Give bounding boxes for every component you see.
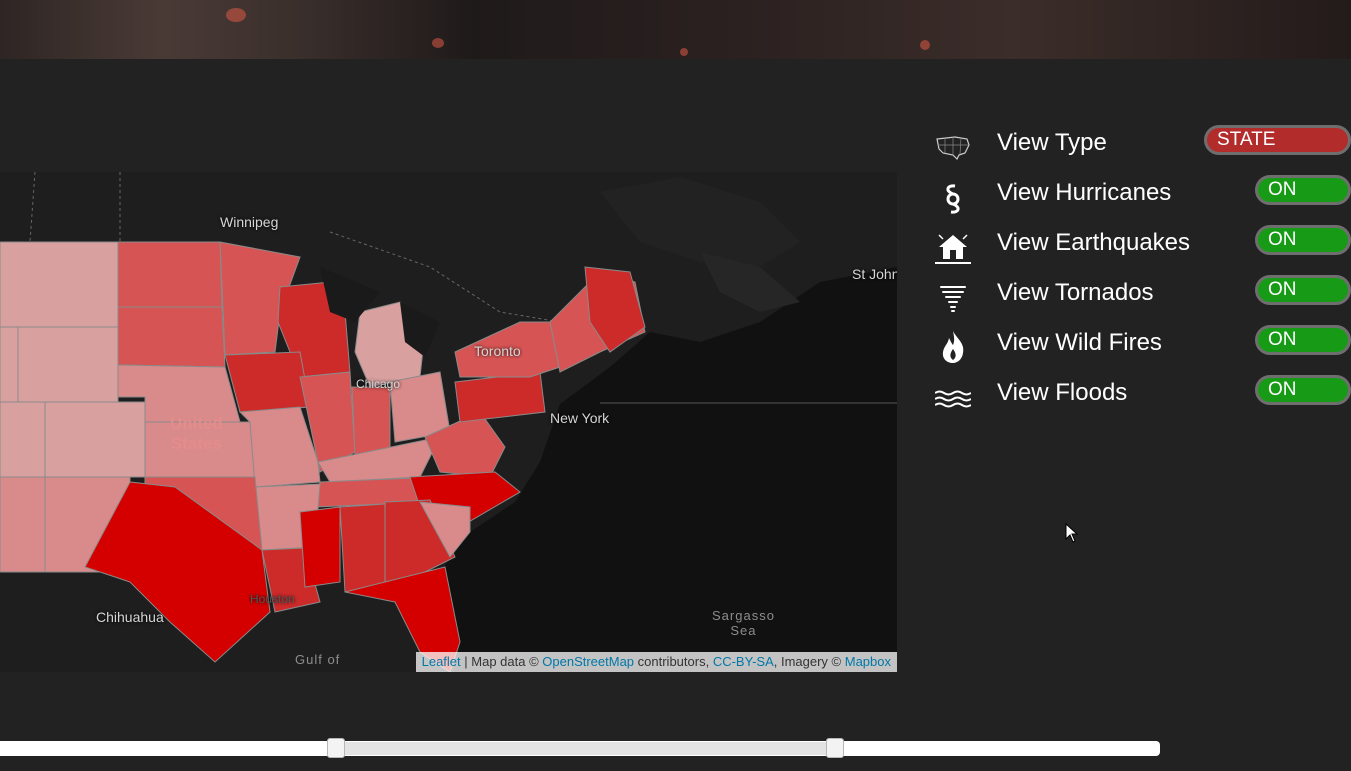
- state-indiana: [351, 386, 391, 458]
- sea-label-line1: Sargasso: [712, 608, 775, 623]
- control-view-type: View Type STATE: [935, 125, 1351, 169]
- floods-label: View Floods: [997, 379, 1128, 406]
- city-label-chicago: Chicago: [356, 377, 401, 391]
- city-label-houston: Houston: [250, 592, 295, 606]
- view-type-toggle[interactable]: STATE: [1204, 125, 1351, 155]
- attribution-text-3: , Imagery ©: [773, 654, 845, 669]
- state-iowa: [224, 351, 311, 413]
- state-montana: [0, 241, 119, 328]
- slider-handle-end[interactable]: [826, 738, 845, 758]
- earthquakes-toggle[interactable]: ON: [1255, 225, 1351, 255]
- mapbox-link[interactable]: Mapbox: [845, 654, 891, 669]
- earthquake-icon: [935, 234, 971, 264]
- date-range-slider[interactable]: [0, 738, 1160, 758]
- state-idaho: [0, 326, 19, 403]
- floods-toggle[interactable]: ON: [1255, 375, 1351, 405]
- map-attribution: Leaflet | Map data © OpenStreetMap contr…: [415, 652, 897, 672]
- city-label-st-johns: St John: [852, 266, 897, 282]
- us-map-icon: [936, 136, 970, 161]
- state-south-dakota: [117, 306, 226, 368]
- hurricanes-toggle[interactable]: ON: [1255, 175, 1351, 205]
- map-canvas[interactable]: [0, 172, 897, 672]
- slider-handle-start[interactable]: [327, 738, 346, 758]
- country-label: United States: [170, 414, 223, 454]
- city-label-new-york: New York: [550, 410, 610, 426]
- state-alabama: [339, 503, 386, 593]
- state-utah: [0, 401, 46, 478]
- sea-label-sargasso: Sargasso Sea: [712, 608, 775, 638]
- hurricane-icon: [946, 184, 960, 214]
- state-mississippi: [299, 506, 341, 588]
- leaflet-link[interactable]: Leaflet: [422, 654, 461, 669]
- tornado-icon: [940, 286, 966, 312]
- header-banner-image: [0, 0, 1351, 59]
- sea-label-gulf: Gulf of: [295, 652, 341, 667]
- osm-link[interactable]: OpenStreetMap: [542, 654, 634, 669]
- wild-fires-toggle[interactable]: ON: [1255, 325, 1351, 355]
- control-floods: View Floods ON: [935, 375, 1351, 419]
- city-label-toronto: Toronto: [474, 343, 521, 359]
- state-arizona: [0, 476, 46, 573]
- attribution-text-2: contributors,: [634, 654, 713, 669]
- country-label-line1: United: [170, 414, 223, 433]
- mouse-cursor-icon: [1065, 523, 1079, 543]
- view-type-label: View Type: [997, 129, 1107, 156]
- tornados-toggle[interactable]: ON: [1255, 275, 1351, 305]
- control-hurricanes: View Hurricanes ON: [935, 175, 1351, 219]
- control-earthquakes: View Earthquakes ON: [935, 225, 1351, 269]
- control-wild-fires: View Wild Fires ON: [935, 325, 1351, 369]
- license-link[interactable]: CC-BY-SA: [713, 654, 774, 669]
- control-tornados: View Tornados ON: [935, 275, 1351, 319]
- attribution-text-1: | Map data ©: [460, 654, 543, 669]
- flood-icon: [935, 390, 971, 408]
- tornados-label: View Tornados: [997, 279, 1154, 306]
- sea-label-line2: Sea: [730, 623, 757, 638]
- city-label-winnipeg: Winnipeg: [220, 214, 279, 230]
- city-label-chihuahua: Chihuahua: [96, 609, 164, 625]
- state-north-dakota: [117, 241, 223, 308]
- hurricanes-label: View Hurricanes: [997, 179, 1172, 206]
- wild-fires-label: View Wild Fires: [997, 329, 1162, 356]
- state-wyoming: [17, 326, 119, 403]
- earthquakes-label: View Earthquakes: [997, 229, 1191, 256]
- choropleth-map[interactable]: Winnipeg Toronto Chicago New York St Joh…: [0, 172, 897, 672]
- state-colorado: [44, 401, 146, 478]
- fire-icon: [942, 331, 964, 363]
- country-label-line2: States: [170, 434, 222, 453]
- slider-selected-range: [336, 742, 836, 755]
